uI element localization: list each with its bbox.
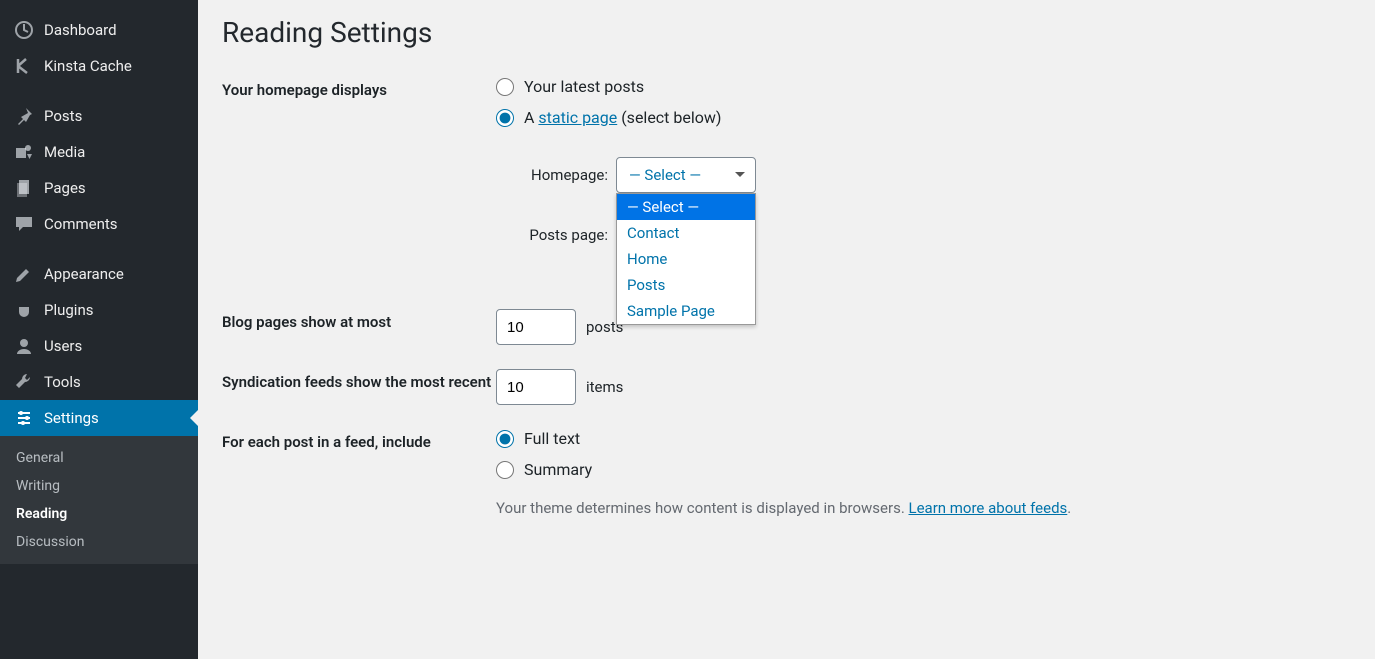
feed-content-label: For each post in a feed, include — [222, 429, 496, 451]
full-text-radio[interactable] — [496, 430, 514, 448]
comments-icon — [14, 214, 34, 234]
syndication-input[interactable] — [496, 369, 576, 405]
sidebar-item-label: Plugins — [44, 301, 93, 319]
sidebar-item-label: Appearance — [44, 265, 124, 283]
sidebar-item-dashboard[interactable]: Dashboard — [0, 12, 198, 48]
sidebar-item-comments[interactable]: Comments — [0, 206, 198, 242]
sidebar-item-settings[interactable]: Settings — [0, 400, 198, 436]
sidebar-item-plugins[interactable]: Plugins — [0, 292, 198, 328]
homepage-select-value: — Select — — [629, 166, 701, 184]
dropdown-option-sample[interactable]: Sample Page — [617, 298, 755, 324]
sidebar-item-users[interactable]: Users — [0, 328, 198, 364]
sidebar-item-label: Media — [44, 143, 85, 161]
sidebar-item-posts[interactable]: Posts — [0, 98, 198, 134]
syndication-label: Syndication feeds show the most recent — [222, 369, 496, 391]
latest-posts-radio[interactable] — [496, 78, 514, 96]
sidebar-item-label: Dashboard — [44, 21, 117, 39]
media-icon — [14, 142, 34, 162]
sidebar-item-media[interactable]: Media — [0, 134, 198, 170]
desc-pre: Your theme determines how content is dis… — [496, 499, 909, 517]
sidebar-item-pages[interactable]: Pages — [0, 170, 198, 206]
latest-posts-text: Your latest posts — [524, 77, 644, 96]
pin-icon — [14, 106, 34, 126]
main-content: Reading Settings Your homepage displays … — [198, 0, 1375, 659]
submenu-item-general[interactable]: General — [0, 444, 198, 472]
sidebar-item-label: Settings — [44, 409, 99, 427]
dashboard-icon — [14, 20, 34, 40]
blog-pages-input[interactable] — [496, 309, 576, 345]
homepage-displays-label: Your homepage displays — [222, 77, 496, 99]
dropdown-option-select[interactable]: — Select — — [617, 194, 755, 220]
full-text-text: Full text — [524, 429, 580, 448]
sidebar-item-label: Pages — [44, 179, 86, 197]
kinsta-icon — [14, 56, 34, 76]
posts-page-select-label: Posts page: — [516, 226, 608, 244]
users-icon — [14, 336, 34, 356]
option-latest-posts[interactable]: Your latest posts — [496, 77, 1351, 96]
sidebar-item-label: Comments — [44, 215, 118, 233]
sidebar-item-kinsta[interactable]: Kinsta Cache — [0, 48, 198, 84]
homepage-dropdown: — Select — Contact Home Posts Sample Pag… — [616, 193, 756, 325]
option-static-page[interactable]: A static page (select below) — [496, 108, 1351, 127]
sidebar-item-label: Posts — [44, 107, 82, 125]
page-title: Reading Settings — [222, 16, 1351, 49]
sidebar-item-label: Kinsta Cache — [44, 57, 132, 75]
syndication-unit: items — [586, 378, 623, 396]
admin-sidebar: Dashboard Kinsta Cache Posts Media Pages… — [0, 0, 198, 659]
sidebar-item-tools[interactable]: Tools — [0, 364, 198, 400]
static-page-radio[interactable] — [496, 109, 514, 127]
submenu-item-reading[interactable]: Reading — [0, 500, 198, 528]
static-page-link[interactable]: static page — [538, 108, 617, 127]
dropdown-option-posts[interactable]: Posts — [617, 272, 755, 298]
pages-icon — [14, 178, 34, 198]
tools-icon — [14, 372, 34, 392]
learn-more-link[interactable]: Learn more about feeds — [909, 499, 1068, 517]
sidebar-item-appearance[interactable]: Appearance — [0, 256, 198, 292]
summary-text: Summary — [524, 460, 592, 479]
static-pre: A — [524, 108, 538, 127]
appearance-icon — [14, 264, 34, 284]
homepage-select-label: Homepage: — [516, 166, 608, 184]
settings-submenu: General Writing Reading Discussion — [0, 436, 198, 564]
dropdown-option-home[interactable]: Home — [617, 246, 755, 272]
dropdown-option-contact[interactable]: Contact — [617, 220, 755, 246]
homepage-select[interactable]: — Select — — [616, 157, 756, 193]
static-post: (select below) — [617, 108, 721, 127]
option-full-text[interactable]: Full text — [496, 429, 1351, 448]
sidebar-item-label: Tools — [44, 373, 81, 391]
feed-description: Your theme determines how content is dis… — [496, 499, 1351, 517]
sidebar-item-label: Users — [44, 337, 82, 355]
option-summary[interactable]: Summary — [496, 460, 1351, 479]
blog-pages-label: Blog pages show at most — [222, 309, 496, 331]
settings-icon — [14, 408, 34, 428]
submenu-item-writing[interactable]: Writing — [0, 472, 198, 500]
submenu-item-discussion[interactable]: Discussion — [0, 528, 198, 556]
plugins-icon — [14, 300, 34, 320]
summary-radio[interactable] — [496, 461, 514, 479]
